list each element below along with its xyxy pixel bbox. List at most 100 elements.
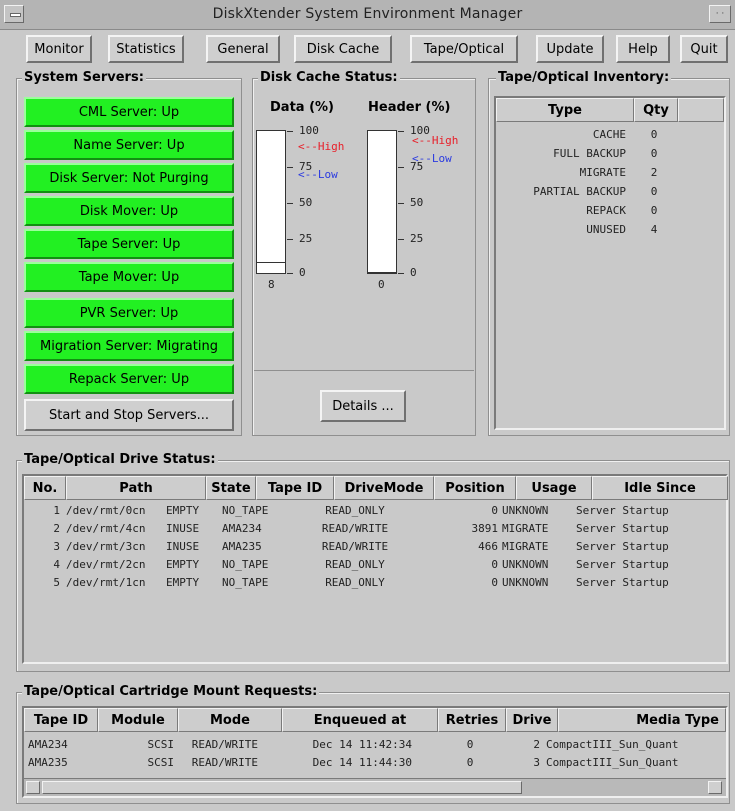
inventory-type: CACHE (592, 128, 626, 141)
scroll-right-icon[interactable] (708, 781, 722, 794)
drive-state: INUSE (166, 540, 200, 553)
inventory-qty: 0 (650, 204, 658, 217)
drive-no: 5 (53, 576, 60, 589)
drive-tape-id: NO_TAPE (222, 558, 269, 571)
monitor-button[interactable]: Monitor (26, 35, 92, 63)
mount-media-type: CompactIII_Sun_Quant (546, 756, 679, 769)
mount-retries: 0 (466, 756, 474, 769)
drive-path: /dev/rmt/2cn (66, 558, 146, 571)
mount-retries: 0 (466, 738, 474, 751)
drive-col-path[interactable]: Path (66, 476, 206, 500)
drive-position: 0 (491, 504, 498, 517)
inventory-title: Tape/Optical Inventory: (496, 70, 672, 85)
statistics-button[interactable]: Statistics (108, 35, 184, 63)
drive-position: 466 (478, 540, 498, 553)
details-button[interactable]: Details ... (320, 390, 406, 422)
drive-col-tape-id[interactable]: Tape ID (256, 476, 334, 500)
drive-tape-id: NO_TAPE (222, 576, 269, 589)
mount-col-module[interactable]: Module (98, 708, 178, 732)
header-tick (398, 131, 404, 132)
mount-enqueued: Dec 14 11:44:30 (312, 756, 412, 769)
mount-module: SCSI (147, 738, 175, 751)
drive-idle-since: Server Startup (576, 540, 669, 553)
drive-tape-id: NO_TAPE (222, 504, 269, 517)
maximize-icon[interactable]: · · (709, 5, 731, 23)
scroll-thumb[interactable] (42, 781, 522, 794)
disk-server-status[interactable]: Disk Server: Not Purging (24, 163, 234, 193)
drive-col-usage[interactable]: Usage (516, 476, 592, 500)
data-scale-100: 100 (299, 124, 319, 137)
header-gauge (367, 130, 397, 274)
drive-idle-since: Server Startup (576, 504, 669, 517)
mount-col-drive[interactable]: Drive (506, 708, 558, 732)
data-tick (287, 239, 293, 240)
header-scale-50: 50 (410, 196, 424, 209)
name-server-status[interactable]: Name Server: Up (24, 130, 234, 160)
drive-position: 0 (491, 576, 498, 589)
mount-col-retries[interactable]: Retries (438, 708, 506, 732)
drive-col-drivemode[interactable]: DriveMode (334, 476, 434, 500)
start-stop-servers-button[interactable]: Start and Stop Servers... (24, 399, 234, 431)
cml-server-status[interactable]: CML Server: Up (24, 97, 234, 127)
header-tick (398, 239, 404, 240)
help-button[interactable]: Help (616, 35, 670, 63)
drive-position: 3891 (471, 522, 499, 535)
mount-horizontal-scrollbar[interactable] (24, 778, 726, 796)
header-high-marker: <--High (412, 134, 459, 147)
divider (254, 370, 474, 371)
header-scale-25: 25 (410, 232, 424, 245)
mount-media-type: CompactIII_Sun_Quant (546, 738, 679, 751)
tape-mover-status[interactable]: Tape Mover: Up (24, 262, 234, 292)
drive-idle-since: Server Startup (576, 558, 669, 571)
data-high-marker: <--High (298, 140, 345, 153)
drive-status-title: Tape/Optical Drive Status: (22, 452, 218, 467)
inventory-qty: 0 (650, 128, 658, 141)
drive-path: /dev/rmt/1cn (66, 576, 146, 589)
inventory-type: FULL BACKUP (553, 147, 626, 160)
inventory-qty: 4 (650, 223, 658, 236)
drive-path: /dev/rmt/4cn (66, 522, 146, 535)
general-button[interactable]: General (206, 35, 280, 63)
mount-col-mode[interactable]: Mode (178, 708, 282, 732)
data-tick (287, 131, 293, 132)
tape-optical-button[interactable]: Tape/Optical (410, 35, 518, 63)
tape-server-status[interactable]: Tape Server: Up (24, 229, 234, 259)
drive-col-idle-since[interactable]: Idle Since (592, 476, 728, 500)
drive-usage: MIGRATE (502, 540, 549, 553)
pvr-server-status[interactable]: PVR Server: Up (24, 298, 234, 328)
data-tick (287, 273, 293, 274)
disk-cache-title: Disk Cache Status: (258, 70, 400, 85)
inventory-type: PARTIAL BACKUP (533, 185, 626, 198)
mount-col-media-type[interactable]: Media Type (558, 708, 726, 732)
drive-path: /dev/rmt/0cn (66, 504, 146, 517)
update-button[interactable]: Update (536, 35, 604, 63)
drive-path: /dev/rmt/3cn (66, 540, 146, 553)
drive-state: EMPTY (166, 504, 200, 517)
header-tick (398, 273, 404, 274)
drive-tape-id: AMA235 (222, 540, 262, 553)
mount-drive: 3 (533, 756, 540, 769)
title-bar: DiskXtender System Environment Manager ·… (0, 0, 735, 30)
disk-mover-status[interactable]: Disk Mover: Up (24, 196, 234, 226)
drive-status-table: No. Path State Tape ID DriveMode Positio… (22, 474, 728, 664)
drive-position: 0 (491, 558, 498, 571)
drive-col-position[interactable]: Position (434, 476, 516, 500)
migration-server-status[interactable]: Migration Server: Migrating (24, 331, 234, 361)
header-tick (398, 167, 404, 168)
header-value: 0 (378, 278, 385, 291)
drive-no: 4 (53, 558, 60, 571)
disk-cache-button[interactable]: Disk Cache (294, 35, 392, 63)
drive-mode: READ_ONLY (325, 558, 385, 571)
data-tick (287, 167, 293, 168)
quit-button[interactable]: Quit (680, 35, 728, 63)
mount-col-enqueued[interactable]: Enqueued at (282, 708, 438, 732)
drive-col-state[interactable]: State (206, 476, 256, 500)
inventory-col-type[interactable]: Type (496, 98, 634, 122)
inventory-col-qty[interactable]: Qty (634, 98, 678, 122)
data-scale-50: 50 (299, 196, 313, 209)
mount-col-tape-id[interactable]: Tape ID (24, 708, 98, 732)
repack-server-status[interactable]: Repack Server: Up (24, 364, 234, 394)
drive-col-no[interactable]: No. (24, 476, 66, 500)
drive-mode: READ/WRITE (321, 522, 389, 535)
scroll-left-icon[interactable] (26, 781, 40, 794)
